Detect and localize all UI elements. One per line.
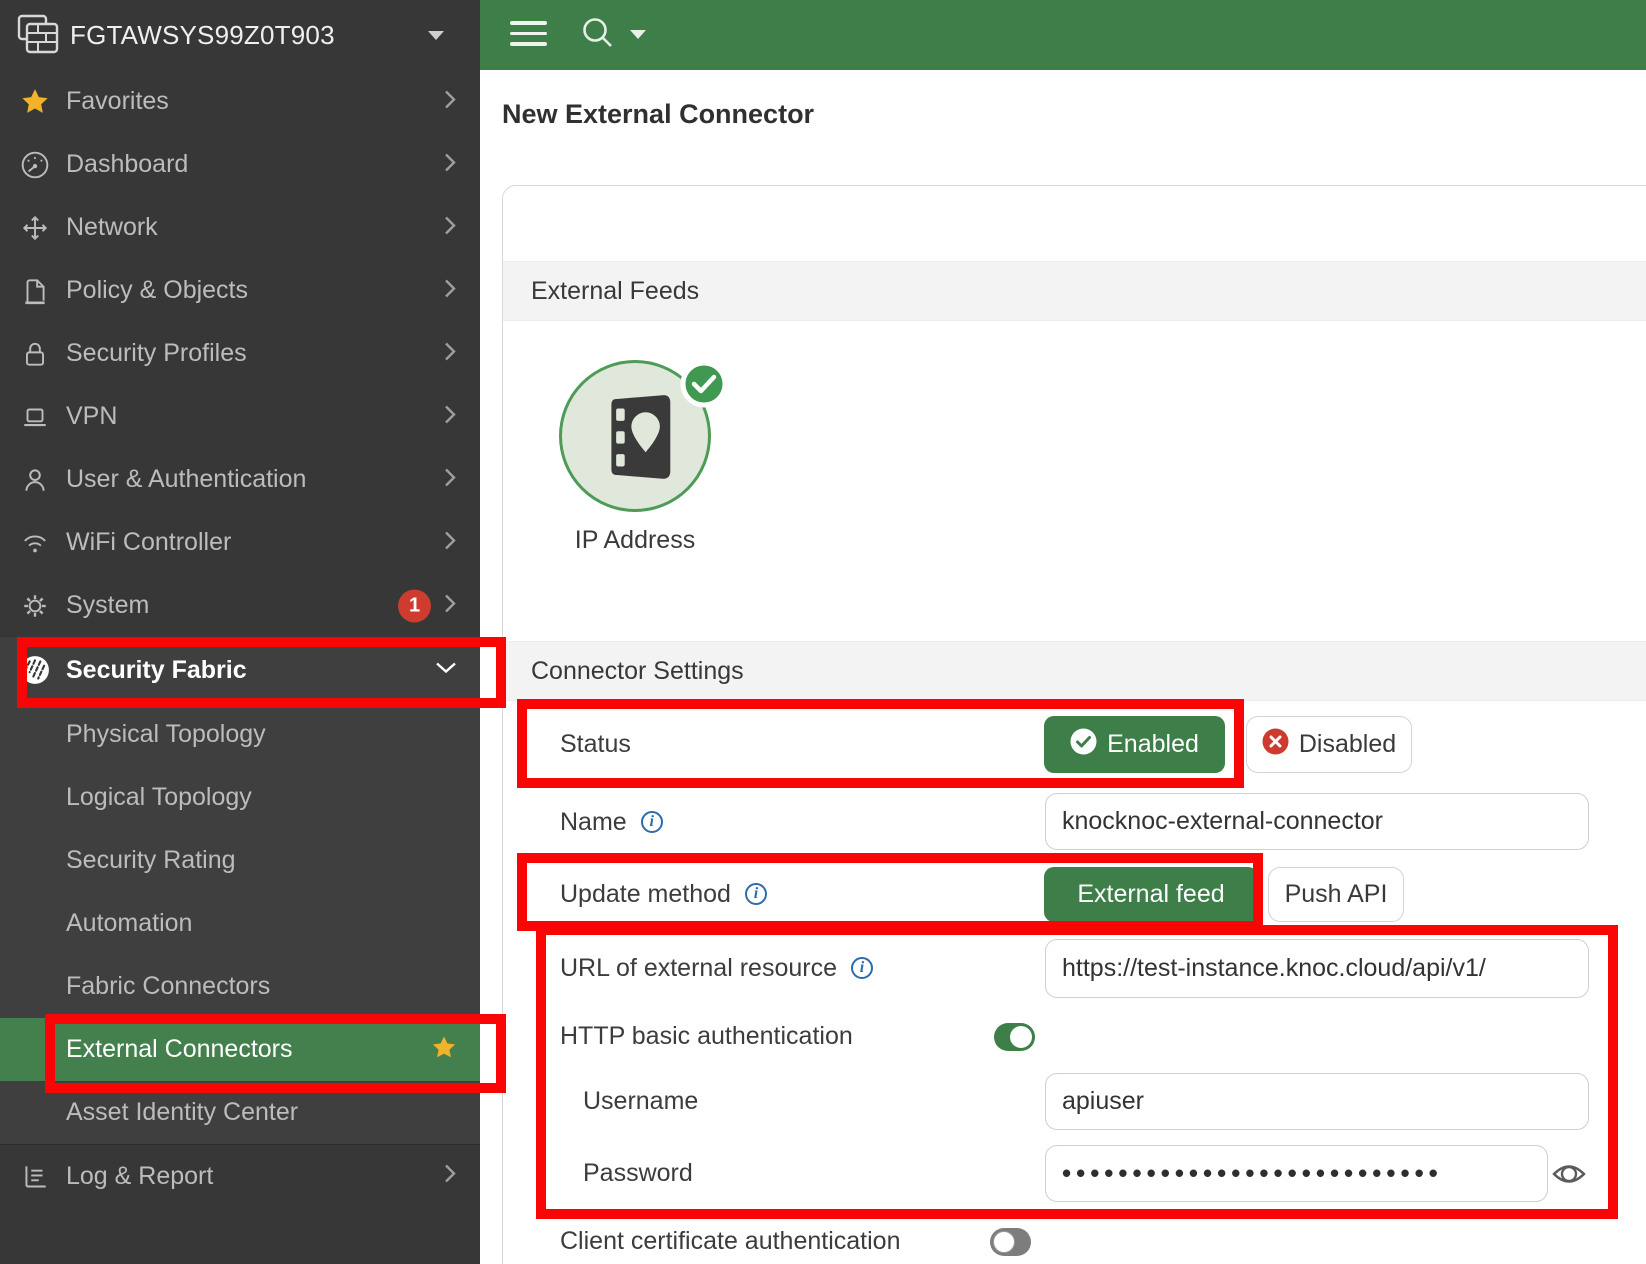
chevron-right-icon: [444, 592, 456, 619]
sidebar-item-network[interactable]: Network: [0, 196, 480, 259]
search-icon: [580, 42, 620, 59]
sidebar-item-physical-topology[interactable]: Physical Topology: [0, 703, 480, 766]
sidebar-item-external-connectors[interactable]: External Connectors: [0, 1018, 480, 1081]
sidebar-item-fabric-connectors[interactable]: Fabric Connectors: [0, 955, 480, 1018]
status-disabled-button[interactable]: Disabled: [1246, 716, 1412, 773]
update-method-push-api-button[interactable]: Push API: [1268, 867, 1404, 922]
status-enabled-button[interactable]: Enabled: [1044, 716, 1225, 773]
password-input[interactable]: •••••••••••••••••••••••••••: [1045, 1145, 1548, 1202]
device-selector[interactable]: FGTAWSYS99Z0T903: [0, 0, 480, 70]
url-input[interactable]: https://test-instance.knoc.cloud/api/v1/: [1045, 939, 1589, 998]
top-bar: [480, 0, 1646, 70]
chevron-right-icon: [444, 151, 456, 178]
sidebar-item-user-authentication[interactable]: User & Authentication: [0, 448, 480, 511]
username-input[interactable]: apiuser: [1045, 1073, 1589, 1130]
http-basic-auth-toggle[interactable]: [994, 1023, 1035, 1051]
gauge-icon: [20, 150, 50, 180]
star-icon: [20, 87, 50, 117]
client-cert-auth-label: Client certificate authentication: [560, 1225, 900, 1257]
sidebar-item-security-fabric[interactable]: Security Fabric: [0, 637, 480, 703]
info-icon[interactable]: i: [851, 957, 873, 979]
log-chart-icon: [20, 1161, 50, 1191]
info-icon[interactable]: i: [745, 883, 767, 905]
sidebar-item-favorites[interactable]: Favorites: [0, 70, 480, 133]
sidebar-item-security-profiles[interactable]: Security Profiles: [0, 322, 480, 385]
chevron-right-icon: [444, 1163, 456, 1190]
chevron-right-icon: [444, 403, 456, 430]
chevron-right-icon: [444, 529, 456, 556]
url-label: URL of external resource i: [560, 952, 873, 984]
user-icon: [20, 465, 50, 495]
sidebar-item-log-report[interactable]: Log & Report: [0, 1144, 480, 1207]
chevron-right-icon: [444, 466, 456, 493]
chevron-right-icon: [444, 88, 456, 115]
chevron-down-icon: [434, 661, 458, 680]
lock-icon: [20, 339, 50, 369]
toggle-knob: [993, 1231, 1015, 1253]
chevron-right-icon: [444, 214, 456, 241]
sidebar-item-system[interactable]: System 1: [0, 574, 480, 637]
sidebar-item-vpn[interactable]: VPN: [0, 385, 480, 448]
connector-settings-section-header: Connector Settings: [503, 641, 1646, 701]
enabled-check-badge-icon: [679, 359, 729, 409]
page-title: New External Connector: [502, 99, 814, 130]
fortigate-screen: FGTAWSYS99Z0T903 Favorites Dashboard Net…: [0, 0, 1646, 1264]
device-caret-down-icon: [428, 31, 444, 40]
chevron-right-icon: [444, 277, 456, 304]
system-alert-badge: 1: [398, 589, 431, 622]
masked-password-dots: •••••••••••••••••••••••••••: [1062, 1145, 1443, 1202]
name-label: Name i: [560, 806, 663, 838]
firewall-device-icon: [16, 13, 62, 62]
info-icon[interactable]: i: [641, 811, 663, 833]
password-label: Password: [583, 1157, 693, 1189]
menu-hamburger-icon[interactable]: [510, 21, 547, 49]
update-method-label: Update method i: [560, 878, 767, 910]
document-icon: [20, 276, 50, 306]
sidebar-item-automation[interactable]: Automation: [0, 892, 480, 955]
sidebar-item-asset-identity-center[interactable]: Asset Identity Center: [0, 1081, 480, 1144]
client-cert-auth-toggle[interactable]: [990, 1228, 1031, 1256]
name-input[interactable]: knocknoc-external-connector: [1045, 793, 1589, 850]
username-label: Username: [583, 1085, 698, 1117]
search-caret-down-icon: [630, 30, 646, 39]
search-button[interactable]: [580, 15, 646, 55]
feed-type-ip-address[interactable]: [559, 360, 711, 512]
wifi-icon: [20, 528, 50, 558]
device-name: FGTAWSYS99Z0T903: [70, 0, 335, 70]
sidebar-item-security-rating[interactable]: Security Rating: [0, 829, 480, 892]
external-feeds-section-header: External Feeds: [503, 261, 1646, 321]
favorite-star-icon[interactable]: [430, 1033, 458, 1066]
sidebar: FGTAWSYS99Z0T903 Favorites Dashboard Net…: [0, 0, 480, 1264]
move-arrows-icon: [20, 213, 50, 243]
sidebar-item-wifi-controller[interactable]: WiFi Controller: [0, 511, 480, 574]
check-circle-icon: [1070, 728, 1097, 762]
gear-icon: [20, 591, 50, 621]
x-circle-icon: [1262, 728, 1289, 762]
show-password-eye-icon[interactable]: [1549, 1154, 1589, 1199]
update-method-external-feed-button[interactable]: External feed: [1044, 867, 1258, 922]
status-label: Status: [560, 728, 631, 760]
sidebar-item-policy-objects[interactable]: Policy & Objects: [0, 259, 480, 322]
address-book-pin-icon: [600, 391, 676, 488]
http-basic-auth-label: HTTP basic authentication: [560, 1020, 853, 1052]
sidebar-item-dashboard[interactable]: Dashboard: [0, 133, 480, 196]
toggle-knob: [1010, 1026, 1032, 1048]
connector-form-card: External Feeds IP Address Connector Sett…: [502, 185, 1646, 1264]
sidebar-item-logical-topology[interactable]: Logical Topology: [0, 766, 480, 829]
laptop-icon: [20, 402, 50, 432]
security-fabric-icon: [20, 655, 50, 685]
chevron-right-icon: [444, 340, 456, 367]
feed-tile-label: IP Address: [535, 526, 735, 555]
security-fabric-section: Security Fabric Physical Topology Logica…: [0, 637, 480, 1144]
